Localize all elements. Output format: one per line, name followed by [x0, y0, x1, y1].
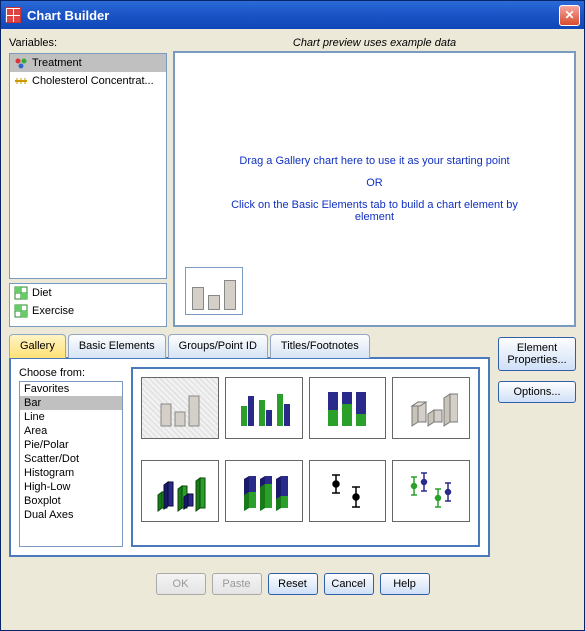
preview-placeholder-thumb — [185, 267, 243, 315]
chart-type-list[interactable]: Favorites Bar Line Area Pie/Polar Scatte… — [19, 381, 123, 547]
variable-item[interactable]: Treatment — [10, 54, 166, 72]
thumb-simple-bar[interactable] — [141, 377, 219, 439]
variable-name: Exercise — [32, 305, 74, 317]
chart-builder-dialog: Chart Builder ✕ Variables: Treatment — [0, 0, 585, 631]
chart-type-pie-polar[interactable]: Pie/Polar — [20, 438, 122, 452]
variable-item[interactable]: Cholesterol Concentrat... — [10, 72, 166, 90]
tab-gallery[interactable]: Gallery — [9, 334, 66, 358]
gallery-tab-panel: Choose from: Favorites Bar Line Area Pie… — [9, 357, 490, 557]
app-icon — [5, 7, 21, 23]
chart-type-favorites[interactable]: Favorites — [20, 382, 122, 396]
help-button[interactable]: Help — [380, 573, 430, 595]
grid-icon — [14, 304, 28, 318]
element-properties-button[interactable]: Element Properties... — [498, 337, 576, 371]
dialog-button-row: OK Paste Reset Cancel Help — [9, 563, 576, 599]
thumb-3d-bar[interactable] — [392, 377, 470, 439]
chart-type-histogram[interactable]: Histogram — [20, 466, 122, 480]
variable-item[interactable]: Exercise — [10, 302, 166, 320]
tabstrip: Gallery Basic Elements Groups/Point ID T… — [9, 333, 490, 357]
variable-name: Diet — [32, 287, 52, 299]
ok-button[interactable]: OK — [156, 573, 206, 595]
variable-name: Treatment — [32, 57, 82, 69]
chart-type-boxplot[interactable]: Boxplot — [20, 494, 122, 508]
thumb-stacked-bar[interactable] — [309, 377, 387, 439]
options-button[interactable]: Options... — [498, 381, 576, 403]
nominal-icon — [14, 56, 28, 70]
scale-icon — [14, 74, 28, 88]
gallery-thumbnails — [131, 367, 480, 547]
close-button[interactable]: ✕ — [559, 5, 580, 26]
choose-from-label: Choose from: — [19, 367, 123, 379]
thumb-clustered-3d-bar[interactable] — [141, 460, 219, 522]
preview-instruction-or: OR — [366, 177, 383, 189]
thumb-error-bar-simple[interactable] — [309, 460, 387, 522]
chart-type-line[interactable]: Line — [20, 410, 122, 424]
tab-titles-footnotes[interactable]: Titles/Footnotes — [270, 334, 370, 358]
chart-type-bar[interactable]: Bar — [20, 396, 122, 410]
chart-preview-dropzone[interactable]: Drag a Gallery chart here to use it as y… — [173, 51, 576, 327]
paste-button[interactable]: Paste — [212, 573, 262, 595]
tab-groups-point-id[interactable]: Groups/Point ID — [168, 334, 268, 358]
thumb-clustered-bar[interactable] — [225, 377, 303, 439]
thumb-stacked-3d-bar[interactable] — [225, 460, 303, 522]
variable-name: Cholesterol Concentrat... — [32, 75, 154, 87]
chart-type-scatter-dot[interactable]: Scatter/Dot — [20, 452, 122, 466]
chart-type-area[interactable]: Area — [20, 424, 122, 438]
chart-type-dual-axes[interactable]: Dual Axes — [20, 508, 122, 522]
variables-list-secondary[interactable]: Diet Exercise — [9, 283, 167, 327]
cancel-button[interactable]: Cancel — [324, 573, 374, 595]
variables-label: Variables: — [9, 37, 167, 49]
window-title: Chart Builder — [27, 8, 559, 23]
preview-instruction-2: Click on the Basic Elements tab to build… — [225, 199, 525, 223]
tab-basic-elements[interactable]: Basic Elements — [68, 334, 166, 358]
chart-type-high-low[interactable]: High-Low — [20, 480, 122, 494]
thumb-error-bar-clustered[interactable] — [392, 460, 470, 522]
preview-label: Chart preview uses example data — [173, 37, 576, 49]
variables-list[interactable]: Treatment Cholesterol Concentrat... — [9, 53, 167, 279]
reset-button[interactable]: Reset — [268, 573, 318, 595]
titlebar[interactable]: Chart Builder ✕ — [1, 1, 584, 29]
dialog-content: Variables: Treatment Cholesterol Concent… — [1, 29, 584, 630]
preview-instruction-1: Drag a Gallery chart here to use it as y… — [239, 155, 509, 167]
grid-icon — [14, 286, 28, 300]
variable-item[interactable]: Diet — [10, 284, 166, 302]
